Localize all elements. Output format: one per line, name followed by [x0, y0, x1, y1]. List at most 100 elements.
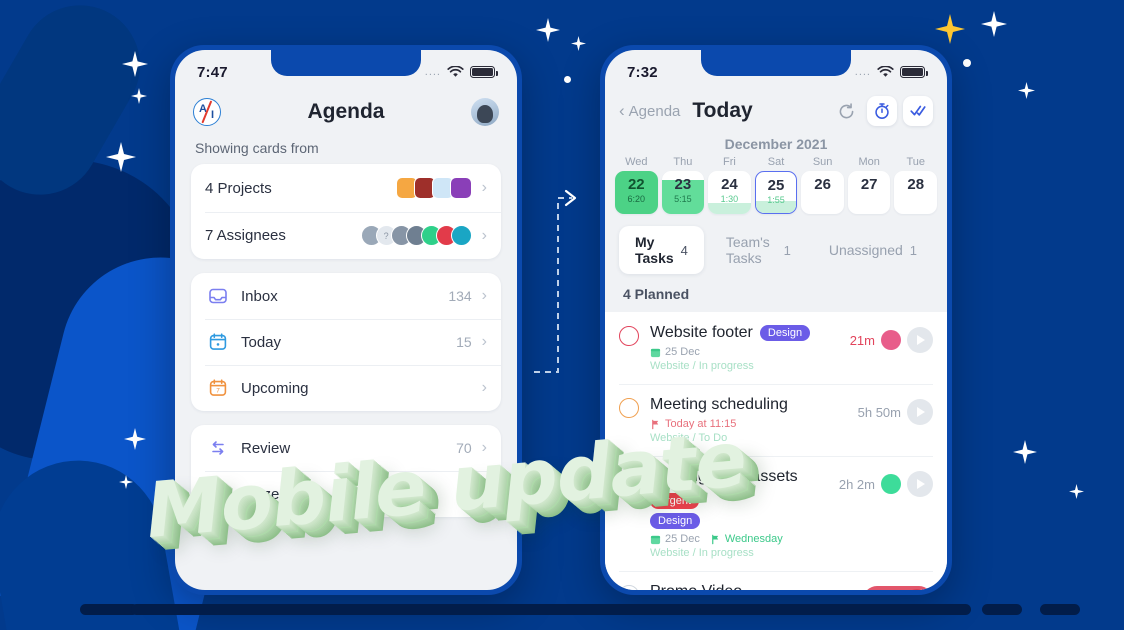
sidebar-item-count: 134: [448, 288, 472, 304]
task-body: Meeting scheduling Today at 11:15 Websit…: [650, 396, 850, 444]
tab-teams-tasks[interactable]: Team's Tasks 1: [710, 226, 807, 274]
calendar-day-tue[interactable]: Tue 28: [894, 156, 938, 214]
task-meta: 25 Dec: [650, 346, 842, 358]
bottom-bar: [0, 598, 1124, 630]
tab-my-tasks[interactable]: My Tasks 4: [619, 226, 704, 274]
day-box[interactable]: 22 6:20: [615, 171, 658, 214]
wifi-icon: [447, 66, 464, 77]
swap-arrows-icon: [205, 438, 231, 458]
task-row[interactable]: Promo Video 25 Dec Website / To Do 24m: [605, 571, 947, 590]
sparkle-icon: [1069, 484, 1084, 499]
day-tracked-time: 1:55: [767, 195, 785, 205]
phone-right-today: 7:32 .... ‹ Agenda Today December 2021 W…: [600, 45, 952, 595]
play-icon[interactable]: [907, 471, 933, 497]
task-meta: Today at 11:15: [650, 418, 850, 430]
task-status-circle[interactable]: [619, 470, 639, 490]
calendar-day-sun[interactable]: Sun 26: [801, 156, 844, 214]
day-tracked-time: 1:30: [720, 194, 739, 204]
dot-decoration: [564, 76, 571, 83]
day-number: 26: [814, 176, 831, 193]
task-row[interactable]: Meeting scheduling Today at 11:15 Websit…: [605, 384, 947, 456]
tab-count: 1: [783, 242, 791, 258]
sidebar-item-frozen[interactable]: Frozen ›: [191, 471, 501, 517]
task-badge: Design: [759, 325, 811, 341]
status-time: 7:32: [627, 63, 658, 81]
task-body: Landing page assets Urgent Design 25 Dec: [650, 468, 831, 559]
filters-card: 4 Projects › 7 Assignees ? ›: [191, 164, 501, 259]
day-box[interactable]: 24 1:30: [708, 171, 751, 214]
calendar-day-thu[interactable]: Thu 23 5:15: [661, 156, 705, 214]
calendar-day-sat[interactable]: Sat 25 1:55: [754, 156, 798, 214]
day-box[interactable]: 26: [801, 171, 844, 214]
task-actions: 24m: [862, 583, 933, 590]
day-box[interactable]: 28: [894, 171, 938, 214]
bottom-bar-segment: [1040, 604, 1080, 615]
sidebar-item-today[interactable]: Today 15 ›: [191, 319, 501, 365]
sparkle-icon: [571, 36, 586, 51]
play-icon[interactable]: [907, 327, 933, 353]
assignee-avatar-stack: ?: [360, 225, 472, 246]
task-time: 21m: [849, 332, 875, 348]
day-name: Sat: [767, 156, 785, 168]
sparkle-icon: [536, 18, 560, 42]
filter-row-projects[interactable]: 4 Projects ›: [191, 164, 501, 212]
double-check-icon[interactable]: [903, 96, 933, 126]
task-date: Today at 11:15: [650, 418, 736, 430]
tab-unassigned[interactable]: Unassigned 1: [813, 234, 933, 266]
chevron-right-icon: ›: [481, 333, 487, 350]
header-actions: [831, 96, 933, 126]
calendar-day-mon[interactable]: Mon 27: [847, 156, 891, 214]
stopwatch-icon[interactable]: [867, 96, 897, 126]
phone-notch: [701, 50, 851, 76]
day-box[interactable]: 23 5:15: [661, 171, 705, 214]
day-number: 24: [721, 176, 738, 193]
day-box[interactable]: 27: [847, 171, 891, 214]
task-actions: 2h 2m: [839, 468, 933, 497]
calendar-day-fri[interactable]: Fri 24 1:30: [708, 156, 751, 214]
day-name: Tue: [906, 156, 926, 168]
play-icon[interactable]: [907, 399, 933, 425]
task-row[interactable]: Landing page assets Urgent Design 25 Dec: [605, 456, 947, 571]
active-timer-pill[interactable]: 24m: [862, 586, 933, 590]
task-status-circle[interactable]: [619, 326, 639, 346]
left-screen: 7:47 .... A I Agenda Showing cards from: [175, 50, 517, 590]
history-refresh-icon[interactable]: [831, 96, 861, 126]
calendar-upcoming-icon: 7: [205, 378, 231, 398]
chevron-left-icon: ‹: [619, 101, 625, 120]
filter-label: 7 Assignees: [205, 227, 286, 244]
stop-icon[interactable]: [905, 589, 929, 590]
day-name: Fri: [723, 156, 736, 168]
task-body: Promo Video 25 Dec Website / To Do: [650, 583, 855, 590]
project-icon: [449, 177, 472, 199]
calendar-day-wed[interactable]: Wed 22 6:20: [615, 156, 658, 214]
phone-notch: [271, 50, 421, 76]
sidebar-item-upcoming[interactable]: 7 Upcoming ›: [191, 365, 501, 411]
logo-letter-i: I: [210, 109, 214, 121]
day-name: Thu: [673, 156, 693, 168]
back-to-agenda-button[interactable]: ‹ Agenda: [619, 101, 680, 121]
calendar-month-label: December 2021: [724, 136, 828, 152]
sidebar-item-review[interactable]: Review 70 ›: [191, 425, 501, 471]
day-number: 27: [860, 176, 878, 193]
signal-dots-icon: ....: [854, 66, 871, 78]
project-icon-stack: [395, 177, 472, 199]
task-name: Meeting scheduling: [650, 396, 788, 413]
flag-icon: [712, 534, 719, 544]
task-meta: 25 Dec Wednesday: [650, 533, 831, 545]
battery-icon: [470, 66, 498, 78]
task-status-circle[interactable]: [619, 585, 639, 590]
day-box-selected[interactable]: 25 1:55: [754, 171, 798, 214]
day-number: 23: [674, 176, 692, 193]
chevron-right-icon: ›: [481, 439, 487, 456]
sidebar-item-inbox[interactable]: Inbox 134 ›: [191, 273, 501, 319]
nav-card-secondary: Review 70 › Frozen ›: [191, 425, 501, 517]
ai-logo-icon[interactable]: A I: [193, 98, 221, 126]
user-avatar-icon[interactable]: [470, 98, 499, 126]
task-row[interactable]: Website footer Design 25 Dec Website / I…: [605, 312, 947, 384]
task-date-text: 25 Dec: [665, 533, 700, 545]
task-status-circle[interactable]: [619, 398, 639, 418]
day-name: Sun: [812, 156, 833, 168]
tab-label: My Tasks: [635, 234, 674, 266]
task-badge-design: Design: [650, 513, 701, 529]
filter-row-assignees[interactable]: 7 Assignees ? ›: [191, 212, 501, 259]
